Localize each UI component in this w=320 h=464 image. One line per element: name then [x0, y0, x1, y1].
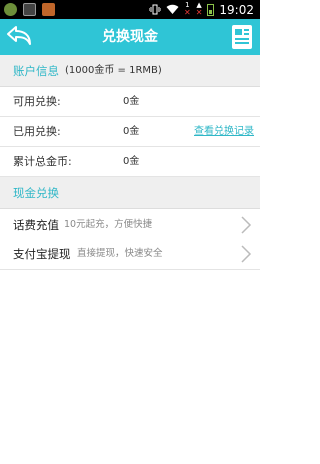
alipay-withdraw-desc: 直接提现，快速安全: [77, 248, 163, 259]
used-label: 已用兑换:: [13, 125, 61, 138]
exchange-rate-note: (1000金币 = 1RMB): [65, 65, 162, 76]
wifi-icon: [166, 4, 179, 14]
battery-icon: [207, 3, 215, 16]
used-value: 0金: [123, 126, 140, 137]
used-balance-row: 已用兑换: 0金 查看兑换记录: [0, 117, 260, 147]
total-coins-value: 0金: [123, 156, 140, 167]
vibrate-icon: [149, 4, 161, 15]
camera-notification-icon: [23, 3, 36, 16]
app-notification-icon: [4, 3, 17, 16]
total-coins-row: 累计总金币: 0金: [0, 147, 260, 177]
records-document-icon[interactable]: [229, 23, 255, 51]
account-info-title: 账户信息: [13, 64, 59, 78]
view-exchange-records-link[interactable]: 查看兑换记录: [194, 117, 254, 147]
phone-recharge-desc: 10元起充，方便快捷: [64, 219, 153, 230]
cash-exchange-title: 现金兑换: [13, 186, 59, 200]
signal-1-icon: 1 ✕: [184, 1, 191, 17]
chevron-right-icon: [241, 245, 252, 263]
clock: 19:02: [219, 2, 254, 17]
notification-icons: [4, 2, 55, 17]
alipay-withdraw-option[interactable]: 支付宝提现 直接提现，快速安全: [0, 238, 260, 270]
total-coins-label: 累计总金币:: [13, 155, 72, 168]
page-title: 兑换现金: [102, 29, 158, 45]
alipay-withdraw-title: 支付宝提现: [13, 247, 71, 261]
title-bar: 兑换现金: [0, 19, 260, 55]
phone-recharge-option[interactable]: 话费充值 10元起充，方便快捷: [0, 209, 260, 241]
status-indicators: 1 ✕ ▲ ✕ 19:02: [149, 0, 254, 19]
account-info-header: 账户信息 (1000金币 = 1RMB): [0, 55, 260, 87]
game-notification-icon: [42, 3, 55, 16]
cash-exchange-header: 现金兑换: [0, 177, 260, 209]
available-value: 0金: [123, 96, 140, 107]
available-label: 可用兑换:: [13, 95, 61, 108]
phone-recharge-title: 话费充值: [13, 218, 59, 232]
signal-2-icon: ▲ ✕: [195, 1, 203, 17]
available-balance-row: 可用兑换: 0金: [0, 87, 260, 117]
chevron-right-icon: [241, 216, 252, 234]
status-bar: 1 ✕ ▲ ✕ 19:02: [0, 0, 260, 19]
